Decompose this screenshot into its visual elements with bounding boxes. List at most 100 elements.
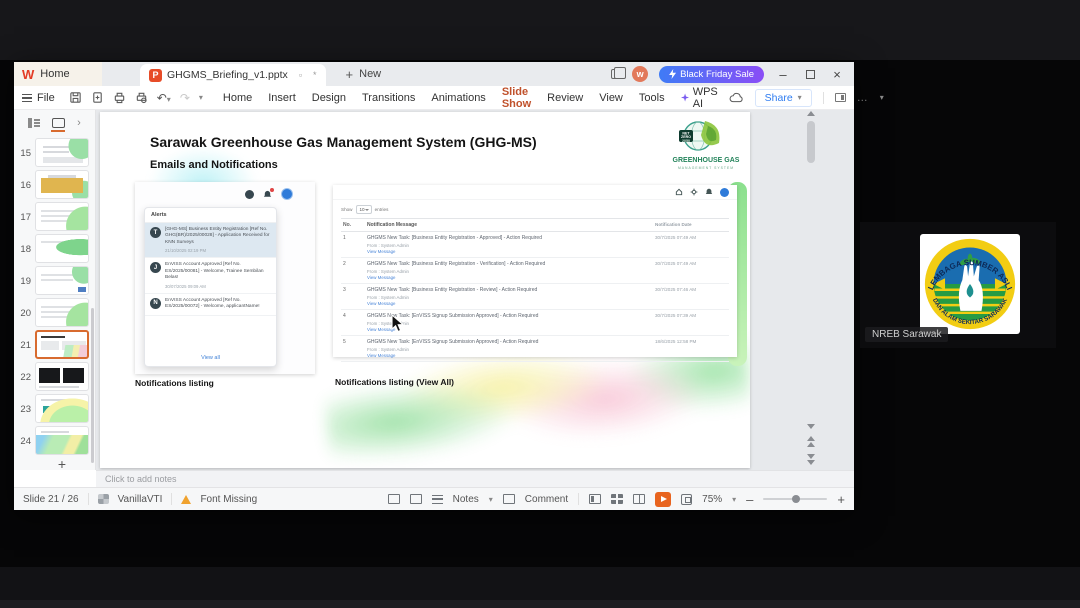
slide-thumbnail-17[interactable] (35, 202, 89, 231)
alert-item[interactable]: N EnVISS Account Approved [Ref No. ES/202… (145, 294, 276, 316)
collapse-ribbon-icon[interactable]: ▾ (880, 93, 884, 102)
slide-thumbnail-row: 21 (14, 330, 95, 359)
menu-insert[interactable]: Insert (260, 88, 304, 107)
normal-view-icon[interactable] (589, 494, 602, 504)
alert-text: EnVISS Account Approved [Ref No. ES/2025… (165, 262, 264, 281)
app-header-icons (245, 187, 293, 200)
menu-review[interactable]: Review (539, 88, 591, 107)
notes-toggle[interactable]: Notes (453, 494, 479, 505)
slide-thumbnail-21[interactable] (35, 330, 89, 359)
scrollbar-thumb[interactable] (807, 121, 815, 163)
fit-screen-icon[interactable] (681, 493, 693, 505)
slide-view-icon[interactable] (51, 118, 66, 132)
slide-thumbnail-23[interactable] (35, 394, 89, 423)
table-row: 1 GHGMS New Task: [Business Entity Regist… (341, 232, 729, 258)
menu-view[interactable]: View (591, 88, 631, 107)
row-date: 30/7/2025 07:49 AM (655, 261, 697, 266)
presenter-view-icon[interactable] (387, 494, 400, 504)
row-message: GHGMS New Task: [Business Entity Registr… (367, 287, 655, 306)
print-icon[interactable] (113, 91, 126, 104)
zoom-slider-thumb[interactable] (792, 495, 801, 503)
reading-view-icon[interactable] (633, 494, 646, 504)
slide-thumbnail-row: 15 (14, 138, 95, 167)
black-friday-sale-button[interactable]: Black Friday Sale (659, 65, 764, 83)
display-settings-icon[interactable] (409, 494, 422, 504)
scroll-up-button[interactable] (807, 111, 815, 116)
toolbar-expand-icon[interactable]: ▾ (199, 93, 203, 102)
slide-thumbnail-18[interactable] (35, 234, 89, 263)
zoom-in-button[interactable]: + (837, 493, 845, 506)
cloud-sync-icon[interactable] (729, 92, 744, 103)
user-avatar-icon (720, 187, 729, 197)
previous-slide-button[interactable] (807, 436, 815, 447)
font-missing-label[interactable]: Font Missing (200, 494, 257, 505)
menu-wps-ai[interactable]: WPS AI (673, 86, 729, 110)
file-menu[interactable]: File (22, 92, 55, 104)
menu-design[interactable]: Design (304, 88, 354, 107)
task-pane-icon[interactable] (834, 93, 846, 102)
tab-preview-icon[interactable]: ▫ (299, 70, 302, 80)
slideshow-play-button[interactable] (655, 491, 672, 507)
slide-thumbnail-15[interactable] (35, 138, 89, 167)
view-message-link[interactable]: View Message (367, 301, 655, 306)
chevron-down-icon[interactable]: ▾ (489, 495, 493, 504)
redo-icon[interactable]: ↷ (180, 91, 190, 105)
new-tab-button[interactable]: + New (346, 67, 382, 82)
next-slide-button[interactable] (807, 454, 815, 465)
view-message-link[interactable]: View Message (367, 353, 655, 358)
menu-home[interactable]: Home (215, 88, 260, 107)
notifications-table: No. Notification Message Notification Da… (341, 218, 729, 362)
menu-animations[interactable]: Animations (423, 88, 493, 107)
window-arrange-icon[interactable] (611, 67, 627, 79)
zoom-chevron-icon[interactable]: ▾ (732, 495, 736, 504)
table-row: 2 GHGMS New Task: [Business Entity Regist… (341, 258, 729, 284)
menu-tools[interactable]: Tools (631, 88, 673, 107)
thumbnail-scrollbar[interactable] (91, 308, 94, 463)
scroll-down-button[interactable] (807, 424, 815, 429)
maximize-button[interactable] (802, 68, 818, 81)
minimize-button[interactable]: – (775, 68, 791, 81)
user-avatar[interactable]: w (632, 66, 649, 82)
notes-toggle-icon (431, 494, 443, 504)
view-message-link[interactable]: View Message (367, 249, 655, 254)
slide-thumbnail-24[interactable] (35, 426, 89, 455)
menu-slide-show[interactable]: Slide Show (493, 82, 540, 113)
slide-21[interactable]: Sarawak Greenhouse Gas Management System… (100, 112, 750, 468)
view-message-link[interactable]: View Message (367, 327, 655, 332)
share-button[interactable]: Share ▾ (754, 88, 812, 107)
view-message-link[interactable]: View Message (367, 275, 655, 280)
slide-thumbnail-row: 24 (14, 426, 95, 455)
row-date: 30/7/2025 07:46 AM (655, 287, 697, 292)
alert-avatar: N (150, 297, 161, 309)
row-message: GHGMS New Task: [EnVISS Signup Submissio… (367, 313, 655, 332)
collapse-panel-icon[interactable]: › (77, 117, 81, 129)
alert-item[interactable]: J EnVISS Account Approved [Ref No. ES/202… (145, 258, 276, 294)
save-icon[interactable] (69, 91, 82, 104)
zoom-out-button[interactable]: – (746, 493, 753, 506)
more-options-icon[interactable]: … (857, 92, 869, 104)
divider (171, 493, 173, 505)
zoom-slider[interactable] (763, 495, 828, 503)
menu-transitions[interactable]: Transitions (354, 88, 423, 107)
slide-thumbnail-22[interactable] (35, 362, 89, 391)
participant-video-tile[interactable]: LEMBAGA SUMBER ASLI DAN ALAM SEKITAR SAR… (860, 222, 1056, 348)
slide-thumbnail-20[interactable] (35, 298, 89, 327)
screenshot-alerts-dropdown: Alerts T [GHG-MS] Business Entity Registr… (135, 182, 315, 374)
slide-thumbnail-19[interactable] (35, 266, 89, 295)
status-bar-right: Notes ▾ Comment 75% ▾ – + (387, 491, 845, 507)
print-preview-icon[interactable] (135, 91, 148, 104)
canvas-scrollbar (804, 111, 818, 465)
theme-name[interactable]: VanillaVTI (118, 494, 163, 505)
export-icon[interactable] (91, 91, 104, 104)
zoom-level[interactable]: 75% (702, 494, 722, 505)
outline-view-icon[interactable] (28, 118, 41, 128)
close-button[interactable]: × (829, 68, 845, 81)
alert-item[interactable]: T [GHG-MS] Business Entity Registration [… (145, 223, 276, 259)
add-slide-button[interactable]: + (35, 455, 89, 472)
home-tab[interactable]: W Home (14, 62, 102, 86)
comment-button[interactable]: Comment (525, 494, 568, 505)
undo-icon[interactable]: ↶▾ (157, 91, 171, 105)
slide-sorter-icon[interactable] (611, 494, 624, 504)
slide-thumbnail-16[interactable] (35, 170, 89, 199)
notes-area[interactable]: Click to add notes (96, 470, 854, 487)
